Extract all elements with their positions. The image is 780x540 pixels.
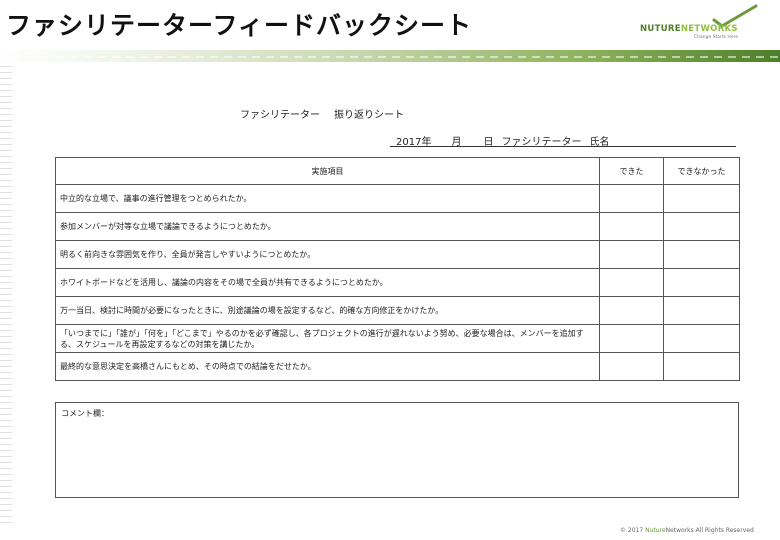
- table-row: ホワイトボードなどを活用し、議論の内容をその場で全員が共有できるようにつとめたか…: [55, 268, 740, 297]
- done-cell[interactable]: [599, 324, 664, 353]
- comment-box[interactable]: コメント欄：: [55, 402, 739, 498]
- header-item: 実施項目: [55, 157, 600, 185]
- left-ruler-decoration: [0, 66, 12, 526]
- not-done-cell[interactable]: [663, 240, 740, 269]
- comment-label: コメント欄：: [61, 409, 109, 418]
- not-done-cell[interactable]: [663, 184, 740, 213]
- row-item-text: 参加メンバーが対等な立場で議論できるようにつとめたか。: [55, 212, 600, 241]
- company-logo: NUTURENETWORKS Change Starts Here: [640, 4, 778, 42]
- table-row: 最終的な意思決定を高橋さんにもとめ、その時点での結論をだせたか。: [55, 352, 740, 381]
- done-cell[interactable]: [599, 184, 664, 213]
- date-underline: [390, 146, 736, 147]
- table-row: 中立的な立場で、議事の進行管理をつとめられたか。: [55, 184, 740, 213]
- not-done-cell[interactable]: [663, 212, 740, 241]
- row-item-text: 「いつまでに」「誰が」「何を」「どこまで」やるのかを必ず確認し、各プロジェクトの…: [55, 324, 600, 353]
- row-item-text: 万一当日、検討に時間が必要になったときに、別途議論の場を設定するなど、的確な方向…: [55, 296, 600, 325]
- not-done-cell[interactable]: [663, 268, 740, 297]
- header-done: できた: [599, 157, 664, 185]
- done-cell[interactable]: [599, 268, 664, 297]
- sheet-heading: ファシリテーター 振り返りシート: [240, 110, 404, 121]
- row-item-text: ホワイトボードなどを活用し、議論の内容をその場で全員が共有できるようにつとめたか…: [55, 268, 600, 297]
- done-cell[interactable]: [599, 296, 664, 325]
- evaluation-table: 実施項目 できた できなかった 中立的な立場で、議事の進行管理をつとめられたか。…: [55, 157, 740, 381]
- done-cell[interactable]: [599, 240, 664, 269]
- header-not-done: できなかった: [663, 157, 740, 185]
- table-row: 明るく前向きな雰囲気を作り、全員が発言しやすいようにつとめたか。: [55, 240, 740, 269]
- row-item-text: 中立的な立場で、議事の進行管理をつとめられたか。: [55, 184, 600, 213]
- not-done-cell[interactable]: [663, 352, 740, 381]
- row-item-text: 明るく前向きな雰囲気を作り、全員が発言しやすいようにつとめたか。: [55, 240, 600, 269]
- done-cell[interactable]: [599, 352, 664, 381]
- table-row: 万一当日、検討に時間が必要になったときに、別途議論の場を設定するなど、的確な方向…: [55, 296, 740, 325]
- not-done-cell[interactable]: [663, 324, 740, 353]
- table-row: 参加メンバーが対等な立場で議論できるようにつとめたか。: [55, 212, 740, 241]
- logo-wordmark: NUTURENETWORKS: [640, 24, 738, 34]
- not-done-cell[interactable]: [663, 296, 740, 325]
- logo-tagline: Change Starts Here: [694, 35, 739, 40]
- done-cell[interactable]: [599, 212, 664, 241]
- header-stripe: [0, 50, 780, 62]
- page-title: ファシリテーターフィードバックシート: [6, 11, 473, 40]
- table-row: 「いつまでに」「誰が」「何を」「どこまで」やるのかを必ず確認し、各プロジェクトの…: [55, 324, 740, 353]
- row-item-text: 最終的な意思決定を高橋さんにもとめ、その時点での結論をだせたか。: [55, 352, 600, 381]
- copyright-footer: © 2017 NutureNetworks All Rights Reserve…: [620, 527, 754, 534]
- table-header-row: 実施項目 できた できなかった: [55, 157, 740, 185]
